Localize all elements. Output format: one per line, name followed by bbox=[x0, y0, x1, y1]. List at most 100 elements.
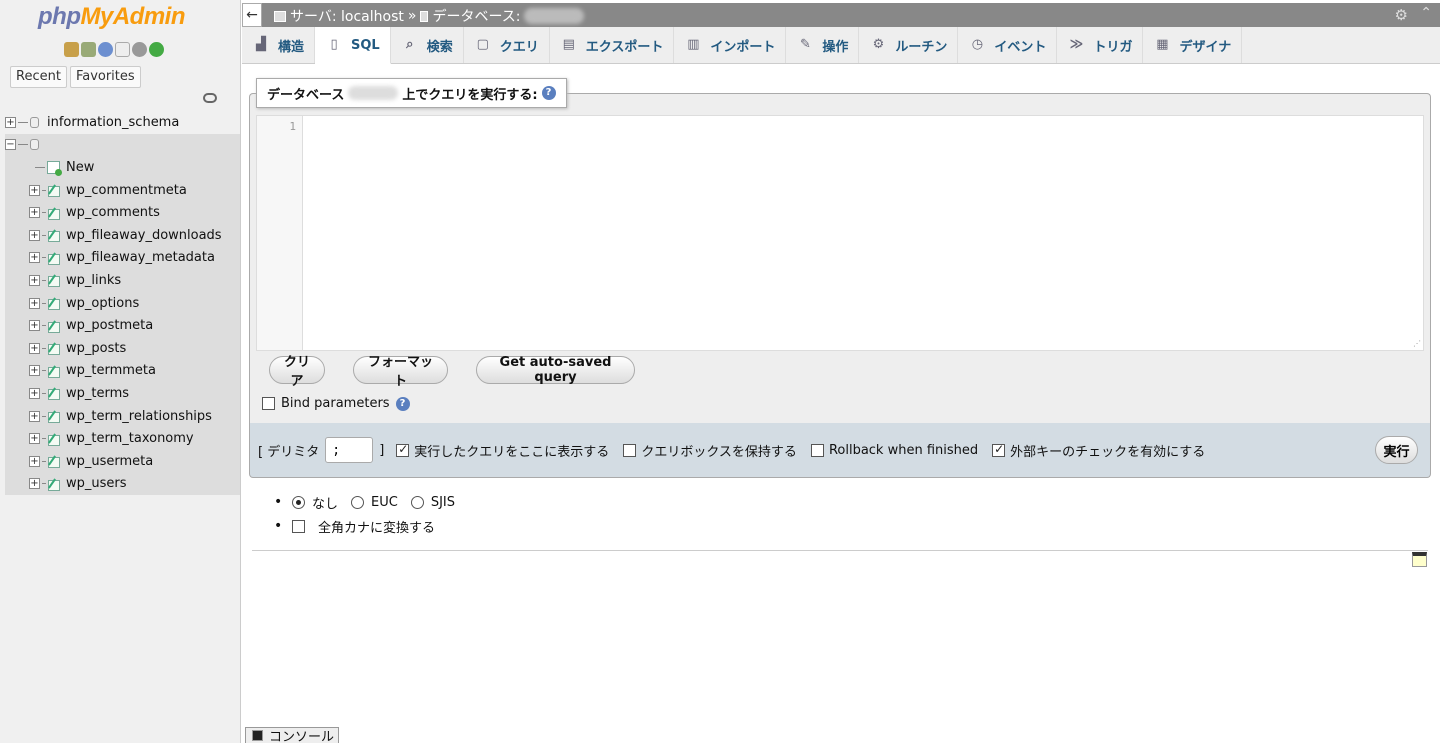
sql-editor[interactable]: 1 ⋰ bbox=[256, 115, 1424, 351]
fk-checks-option[interactable]: 外部キーのチェックを有効にする bbox=[992, 441, 1205, 460]
tree-table-item[interactable]: + wp_fileaway_downloads bbox=[5, 224, 240, 247]
expand-icon[interactable]: + bbox=[29, 184, 40, 196]
tree-table-item[interactable]: + wp_term_relationships bbox=[5, 405, 240, 428]
retain-box-option[interactable]: クエリボックスを保持する bbox=[623, 441, 797, 460]
table-name[interactable]: wp_fileaway_downloads bbox=[66, 228, 222, 243]
home-icon[interactable] bbox=[64, 42, 79, 57]
collapse-up-icon[interactable]: ⌃ bbox=[1420, 5, 1432, 21]
breadcrumb-database[interactable]: データベース: bbox=[432, 6, 520, 26]
tree-table-item[interactable]: + wp_term_taxonomy bbox=[5, 427, 240, 450]
tree-table-item[interactable]: + wp_terms bbox=[5, 382, 240, 405]
table-name[interactable]: wp_links bbox=[66, 273, 121, 288]
table-name[interactable]: wp_termmeta bbox=[66, 363, 156, 378]
go-button[interactable]: 実行 bbox=[1375, 436, 1418, 464]
table-name[interactable]: wp_commentmeta bbox=[66, 183, 187, 198]
table-name[interactable]: wp_fileaway_metadata bbox=[66, 250, 215, 265]
resize-handle-icon[interactable]: ⋰ bbox=[1413, 339, 1421, 348]
delimiter-input[interactable] bbox=[325, 437, 374, 463]
tree-db-information-schema[interactable]: + information_schema bbox=[5, 111, 240, 134]
table-name[interactable]: wp_postmeta bbox=[66, 318, 153, 333]
expand-icon[interactable]: + bbox=[29, 433, 40, 445]
tree-table-item[interactable]: + wp_usermeta bbox=[5, 450, 240, 473]
tree-table-item[interactable]: + wp_options bbox=[5, 292, 240, 315]
tab-query[interactable]: ▢ クエリ bbox=[464, 27, 550, 63]
sql-query-input[interactable] bbox=[304, 116, 1423, 350]
tab-designer[interactable]: ▦ デザイナ bbox=[1143, 27, 1243, 63]
tree-table-item[interactable]: + wp_termmeta bbox=[5, 360, 240, 383]
encoding-sjis-radio[interactable] bbox=[410, 495, 424, 509]
expand-icon[interactable]: + bbox=[29, 274, 40, 286]
gear-icon[interactable] bbox=[132, 42, 147, 57]
table-name[interactable]: wp_options bbox=[66, 296, 139, 311]
expand-icon[interactable]: + bbox=[29, 297, 40, 309]
collapse-icon[interactable]: − bbox=[5, 139, 16, 151]
tree-table-item[interactable]: + wp_postmeta bbox=[5, 314, 240, 337]
logout-icon[interactable] bbox=[81, 42, 96, 57]
recent-button[interactable]: Recent bbox=[10, 66, 67, 88]
breadcrumb-server[interactable]: サーバ: localhost bbox=[290, 6, 404, 26]
expand-icon[interactable]: + bbox=[29, 410, 40, 422]
expand-icon[interactable]: + bbox=[29, 342, 40, 354]
table-name[interactable]: wp_users bbox=[66, 476, 127, 491]
show-query-option[interactable]: 実行したクエリをここに表示する bbox=[396, 441, 609, 460]
table-name[interactable]: wp_terms bbox=[66, 386, 129, 401]
link-icon[interactable] bbox=[203, 93, 217, 103]
table-name[interactable]: wp_term_taxonomy bbox=[66, 431, 194, 446]
encoding-euc-radio[interactable] bbox=[351, 495, 365, 509]
help-icon[interactable]: ? bbox=[541, 86, 556, 100]
tab-structure[interactable]: ▟ 構造 bbox=[242, 27, 316, 63]
note-icon[interactable] bbox=[1412, 552, 1427, 567]
retain-box-checkbox[interactable] bbox=[623, 443, 637, 457]
encoding-none-radio[interactable] bbox=[292, 495, 305, 509]
tab-export[interactable]: ▤ エクスポート bbox=[550, 27, 675, 63]
table-name[interactable]: wp_usermeta bbox=[66, 454, 153, 469]
help-icon[interactable] bbox=[98, 42, 113, 57]
expand-icon[interactable]: + bbox=[29, 387, 40, 399]
help-icon[interactable]: ? bbox=[395, 396, 410, 411]
tab-import[interactable]: ▥ インポート bbox=[674, 27, 787, 63]
expand-icon[interactable]: + bbox=[29, 207, 40, 219]
rollback-option[interactable]: Rollback when finished bbox=[810, 443, 978, 458]
db-name[interactable]: information_schema bbox=[47, 115, 179, 130]
tree-db-current[interactable]: − bbox=[5, 134, 240, 157]
tree-table-item[interactable]: + wp_fileaway_metadata bbox=[5, 247, 240, 270]
server-icon bbox=[274, 10, 286, 22]
table-name[interactable]: wp_posts bbox=[66, 341, 126, 356]
tree-table-item[interactable]: + wp_posts bbox=[5, 337, 240, 360]
tree-table-item[interactable]: + wp_users bbox=[5, 473, 240, 496]
tab-triggers[interactable]: ≫ トリガ bbox=[1057, 27, 1144, 63]
expand-icon[interactable]: + bbox=[5, 116, 16, 128]
tab-search[interactable]: ⌕ 検索 bbox=[391, 27, 464, 63]
back-arrow-icon[interactable]: ← bbox=[242, 3, 262, 27]
expand-icon[interactable]: + bbox=[29, 252, 40, 264]
tree-table-item[interactable]: + wp_comments bbox=[5, 201, 240, 224]
kana-checkbox[interactable] bbox=[292, 519, 305, 533]
bind-parameters-checkbox[interactable] bbox=[262, 397, 275, 410]
gear-icon[interactable]: ⚙ bbox=[1395, 6, 1408, 24]
tab-routines[interactable]: ⚙ ルーチン bbox=[859, 27, 959, 63]
tree-new-table[interactable]: New bbox=[5, 156, 240, 179]
expand-icon[interactable]: + bbox=[29, 478, 40, 490]
format-button[interactable]: フォーマット bbox=[353, 355, 448, 389]
fk-checks-checkbox[interactable] bbox=[992, 442, 1006, 457]
tree-table-item[interactable]: + wp_links bbox=[5, 269, 240, 292]
console-tab[interactable]: コンソール bbox=[245, 727, 340, 743]
expand-icon[interactable]: + bbox=[29, 320, 40, 332]
reload-icon[interactable] bbox=[149, 42, 164, 57]
table-name[interactable]: wp_term_relationships bbox=[66, 409, 212, 424]
expand-icon[interactable]: + bbox=[29, 455, 40, 467]
tab-events[interactable]: ◷ イベント bbox=[958, 27, 1058, 63]
show-query-checkbox[interactable] bbox=[396, 442, 410, 457]
tab-sql[interactable]: ▯ SQL bbox=[315, 27, 391, 64]
favorites-button[interactable]: Favorites bbox=[69, 66, 141, 88]
clear-button[interactable]: クリア bbox=[269, 355, 325, 389]
tab-operations[interactable]: ✎ 操作 bbox=[786, 27, 860, 63]
phpmyadmin-logo[interactable]: phpMyAdmin bbox=[38, 3, 185, 31]
rollback-checkbox[interactable] bbox=[810, 443, 824, 457]
get-auto-saved-query-button[interactable]: Get auto-saved query bbox=[476, 355, 635, 385]
expand-icon[interactable]: + bbox=[29, 229, 40, 241]
docs-icon[interactable] bbox=[115, 42, 130, 57]
tree-table-item[interactable]: + wp_commentmeta bbox=[5, 179, 240, 202]
table-name[interactable]: wp_comments bbox=[66, 205, 160, 220]
expand-icon[interactable]: + bbox=[29, 365, 40, 377]
